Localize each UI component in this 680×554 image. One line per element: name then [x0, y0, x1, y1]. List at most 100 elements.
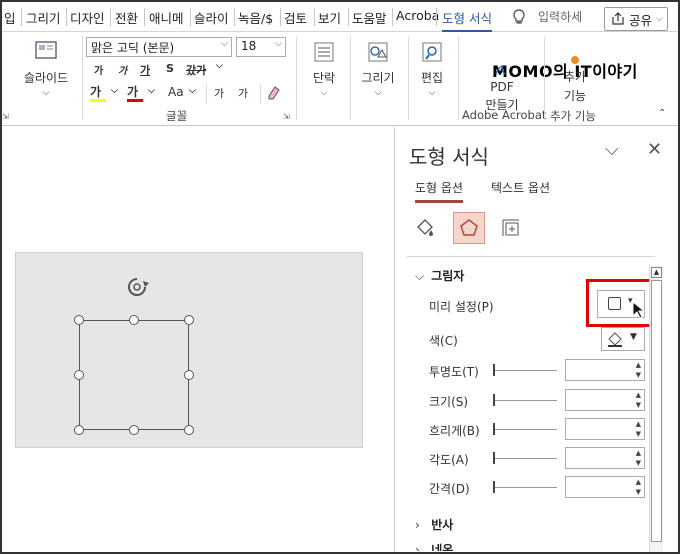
- resize-handle[interactable]: [184, 370, 194, 380]
- tab-shape-options[interactable]: 도형 옵션: [415, 179, 463, 203]
- chevron-down-icon[interactable]: ⌵: [605, 139, 619, 160]
- tab-slideshow[interactable]: 슬라이: [194, 8, 229, 27]
- size-label: 크기(S): [429, 395, 469, 409]
- tab-shape-format[interactable]: 도형 서식: [442, 8, 492, 33]
- section-reflection[interactable]: › 반사: [415, 516, 453, 533]
- paragraph-button[interactable]: 단락 ⌵: [304, 40, 344, 98]
- highlight-box: [586, 279, 653, 327]
- resize-handle[interactable]: [74, 425, 84, 435]
- resize-handle[interactable]: [129, 425, 139, 435]
- distance-spin[interactable]: ▲ ▼: [565, 476, 645, 498]
- rotate-handle-icon[interactable]: [124, 276, 150, 301]
- draw-button[interactable]: 그리기 ⌵: [354, 40, 402, 98]
- scroll-thumb[interactable]: [651, 280, 662, 542]
- size-slider[interactable]: [493, 394, 557, 406]
- edit-button[interactable]: 편집 ⌵: [412, 40, 452, 98]
- rectangle-shape[interactable]: [79, 320, 189, 430]
- acrobat-group-label: Adobe Acrobat: [462, 108, 547, 122]
- tab-insert[interactable]: 입: [4, 8, 16, 27]
- shadow-button[interactable]: S: [166, 62, 174, 75]
- search-input[interactable]: 입력하세: [538, 8, 582, 25]
- tab-record[interactable]: 녹음/$: [238, 8, 273, 27]
- font-name-select[interactable]: 맑은 고딕 (본문) ⌵: [86, 37, 232, 57]
- section-shadow-label: 그림자: [431, 269, 465, 283]
- chevron-down-icon: ⌵: [415, 269, 425, 283]
- italic-button[interactable]: 가: [118, 62, 127, 77]
- color-label: 색(C): [429, 334, 458, 348]
- font-size-select[interactable]: 18 ⌵: [236, 37, 286, 57]
- angle-slider[interactable]: [493, 452, 557, 464]
- addins-button[interactable]: 추가 기능: [552, 56, 598, 104]
- tab-animation[interactable]: 애니메: [149, 8, 184, 27]
- section-glow[interactable]: › 네온: [415, 541, 453, 551]
- slide[interactable]: [15, 252, 363, 448]
- chevron-up-icon[interactable]: ⌃: [658, 108, 666, 119]
- transparency-slider[interactable]: [493, 364, 557, 376]
- share-label: 공유: [629, 12, 653, 28]
- spacing-button[interactable]: 갔가: [186, 62, 206, 78]
- shadow-color-button[interactable]: ▼: [601, 327, 645, 351]
- resize-handle[interactable]: [74, 370, 84, 380]
- tab-review[interactable]: 검토: [284, 8, 307, 27]
- scroll-up-icon[interactable]: ▲: [651, 267, 662, 278]
- font-color-glyph: 가: [127, 85, 139, 99]
- distance-slider[interactable]: [493, 481, 557, 493]
- resize-handle[interactable]: [129, 315, 139, 325]
- font-grow-button[interactable]: 가: [94, 62, 103, 77]
- tab-text-options[interactable]: 텍스트 옵션: [491, 179, 550, 196]
- chevron-down-icon[interactable]: ⌵: [111, 86, 118, 96]
- tab-draw[interactable]: 그리기: [26, 8, 61, 27]
- chevron-down-icon: ⌵: [275, 39, 282, 49]
- highlight-button[interactable]: 가: [90, 83, 106, 102]
- edit-label: 편집: [420, 71, 444, 85]
- transparency-spin[interactable]: ▲ ▼: [565, 359, 645, 381]
- effects-icon[interactable]: [453, 212, 485, 244]
- resize-handle[interactable]: [74, 315, 84, 325]
- highlight-glyph: 가: [90, 85, 102, 99]
- font-decrease-button[interactable]: 가: [238, 85, 248, 101]
- highlight-color-bar: [90, 99, 106, 102]
- chevron-down-icon: ⌵: [42, 88, 50, 98]
- chevron-down-icon[interactable]: ⌵: [189, 86, 196, 96]
- section-shadow[interactable]: ⌵ 그림자: [415, 267, 464, 284]
- slide-icon: [35, 41, 57, 59]
- tab-help[interactable]: 도움말: [352, 8, 387, 27]
- ribbon: 슬라이드 ⌵ 맑은 고딕 (본문) ⌵ 18 ⌵ 가 가 가 S 갔가 ⌵ 가 …: [2, 32, 678, 126]
- resize-handle[interactable]: [184, 315, 194, 325]
- pane-scrollbar[interactable]: ▲: [649, 266, 663, 552]
- close-icon[interactable]: ✕: [647, 139, 662, 160]
- blur-slider[interactable]: [493, 423, 557, 435]
- transparency-label: 투명도(T): [429, 365, 479, 379]
- font-increase-button[interactable]: 가: [214, 85, 224, 101]
- font-color-button[interactable]: 가: [127, 83, 143, 102]
- chevron-down-icon: ⌵: [221, 39, 228, 49]
- tab-view[interactable]: 보기: [318, 8, 341, 27]
- fill-line-icon[interactable]: [409, 212, 441, 244]
- dialog-launcher-icon[interactable]: ⇲: [283, 112, 290, 121]
- blur-label: 흐리게(B): [429, 424, 480, 438]
- size-spin[interactable]: ▲ ▼: [565, 389, 645, 411]
- resize-handle[interactable]: [184, 425, 194, 435]
- addins-label-1: 추가: [563, 70, 587, 84]
- paragraph-label: 단락: [312, 71, 336, 85]
- tab-design[interactable]: 디자인: [70, 8, 105, 27]
- angle-spin[interactable]: ▲ ▼: [565, 447, 645, 469]
- size-properties-icon[interactable]: [495, 212, 527, 244]
- chevron-down-icon[interactable]: ⌵: [148, 86, 155, 96]
- search-icon: [422, 42, 442, 62]
- clear-format-icon[interactable]: [266, 84, 282, 103]
- dialog-launcher-icon[interactable]: ⇲: [2, 112, 9, 121]
- share-button[interactable]: 공유 ⌵: [604, 7, 668, 31]
- slide-button[interactable]: 슬라이드 ⌵: [16, 40, 76, 98]
- change-case-button[interactable]: Aa: [168, 85, 184, 99]
- chevron-down-icon: ▼: [630, 332, 637, 342]
- tab-transition[interactable]: 전환: [115, 8, 138, 27]
- pdf-icon: [495, 65, 506, 75]
- blur-spin[interactable]: ▲ ▼: [565, 418, 645, 440]
- tab-acrobat[interactable]: Acroba: [396, 8, 439, 23]
- paint-bucket-icon: [608, 332, 622, 347]
- chevron-down-icon: ⌵: [656, 14, 663, 24]
- underline-button[interactable]: 가: [140, 62, 150, 78]
- chevron-down-icon[interactable]: ⌵: [216, 61, 223, 71]
- lightbulb-icon[interactable]: [512, 9, 526, 28]
